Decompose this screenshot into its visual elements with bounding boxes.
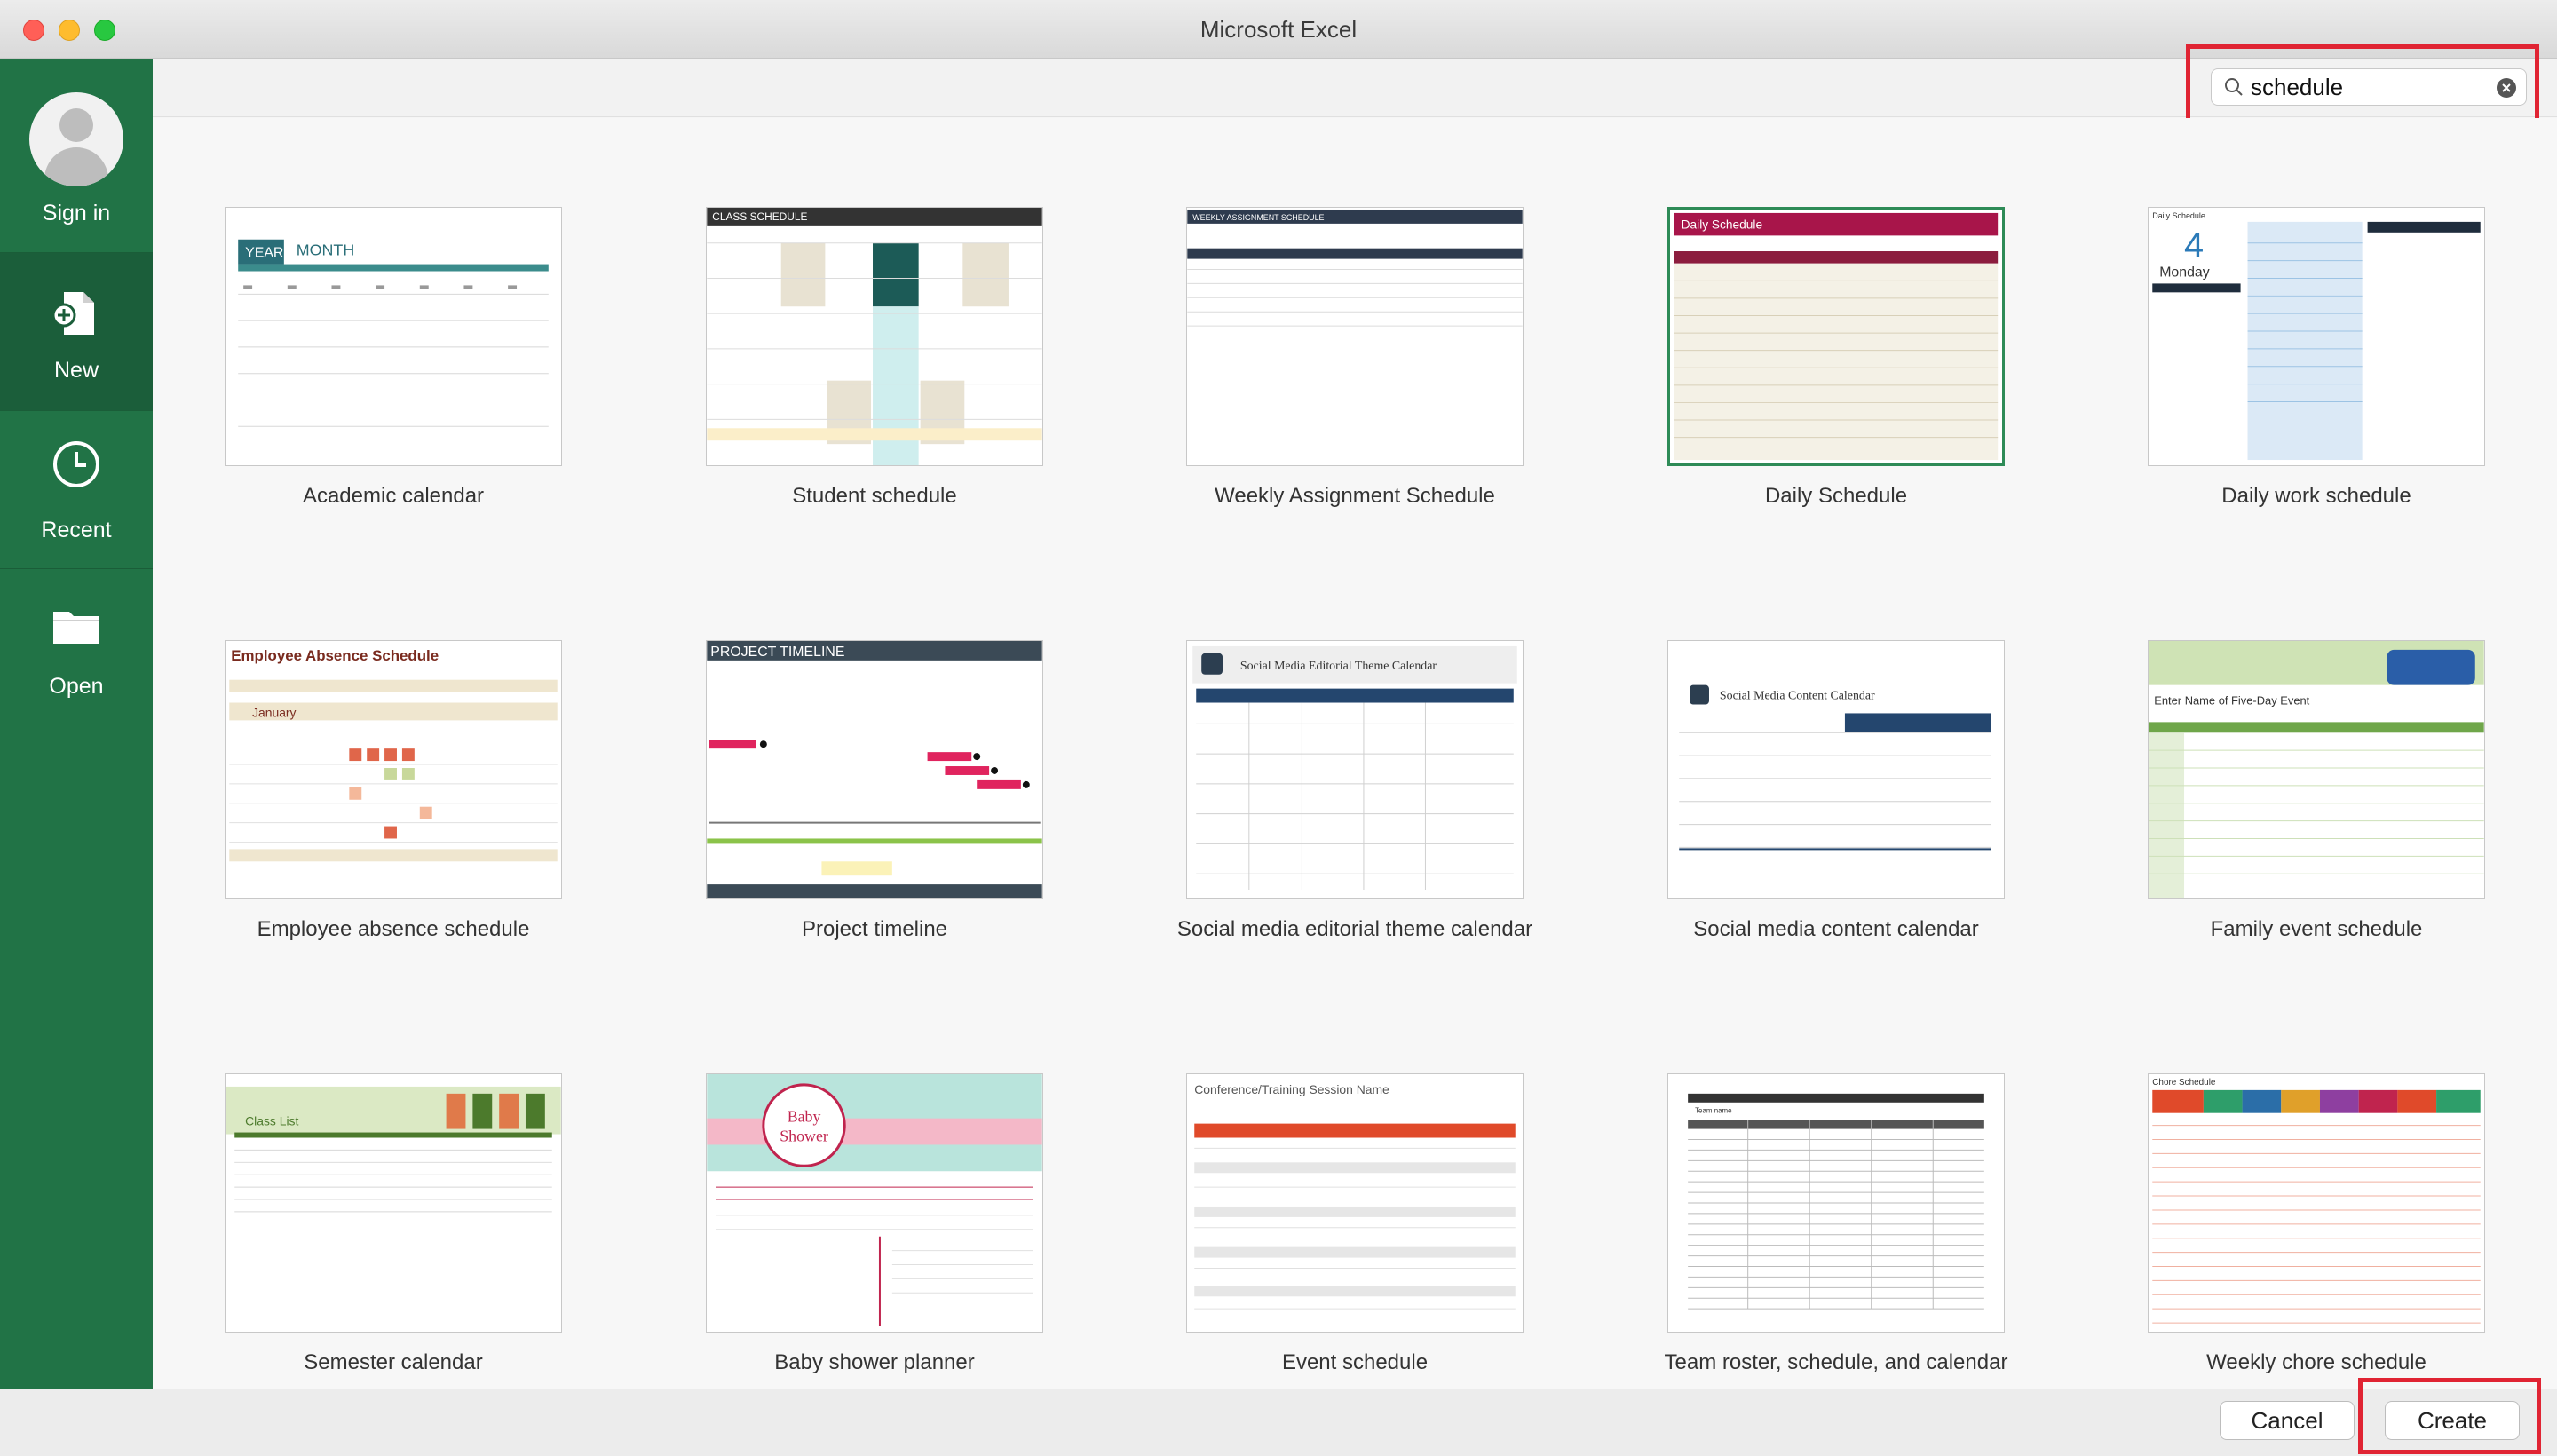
template-grid: YEAR MONTH Academic calendar CLASS SCHED… [153,118,2557,1389]
template-label: Project timeline [801,917,948,941]
svg-text:Social Media Editorial Theme C: Social Media Editorial Theme Calendar [1240,660,1437,673]
template-thumbnail-social-media-content[interactable]: Social Media Content Calendar [1667,640,2005,899]
event-schedule-preview: Conference/Training Session Name [1194,1082,1516,1310]
template-label: Baby shower planner [774,1350,975,1374]
title-bar: Microsoft Excel [0,0,2557,59]
svg-text:4: 4 [2184,226,2204,265]
sidebar-item-sign-in[interactable]: Sign in [0,59,153,254]
svg-text:CLASS SCHEDULE: CLASS SCHEDULE [712,210,807,223]
template-thumbnail-employee-absence[interactable]: Employee Absence Schedule January [225,640,562,899]
academic-calendar-preview: YEAR MONTH [238,239,549,427]
daily-work-schedule-preview: Daily Schedule 4 Monday [2152,211,2481,461]
svg-text:Daily Schedule: Daily Schedule [2152,211,2205,220]
cancel-button[interactable]: Cancel [2220,1401,2355,1440]
template-thumbnail-weekly-assignment[interactable]: WEEKLY ASSIGNMENT SCHEDULE [1186,207,1524,466]
family-event-preview: Enter Name of Five-Day Event [2149,641,2484,898]
semester-calendar-preview: Class List [226,1086,561,1213]
sidebar-item-recent[interactable]: Recent [0,410,153,568]
template-label: Team roster, schedule, and calendar [1664,1350,2008,1374]
team-roster-preview: Team name [1688,1093,1984,1310]
svg-text:Class List: Class List [245,1114,298,1128]
template-thumbnail-baby-shower[interactable]: Baby Shower [706,1073,1043,1333]
template-thumbnail-semester-calendar[interactable]: Class List [225,1073,562,1333]
svg-text:YEAR: YEAR [245,246,283,261]
template-label: Student schedule [792,484,957,508]
template-label: Social media content calendar [1693,917,1979,941]
svg-text:Chore Schedule: Chore Schedule [2152,1078,2216,1088]
svg-text:Social Media Content Calendar: Social Media Content Calendar [1720,690,1875,703]
employee-absence-preview: Employee Absence Schedule January [229,647,558,862]
svg-text:Monday: Monday [2159,265,2210,280]
social-content-preview: Social Media Content Calendar [1679,684,1991,851]
weekly-assignment-preview: WEEKLY ASSIGNMENT SCHEDULE [1187,209,1523,327]
template-label: Weekly chore schedule [2206,1350,2426,1374]
template-thumbnail-family-event[interactable]: Enter Name of Five-Day Event [2148,640,2485,899]
template-label: Daily work schedule [2221,484,2411,508]
template-thumbnail-event-schedule[interactable]: Conference/Training Session Name [1186,1073,1524,1333]
svg-text:MONTH: MONTH [297,241,354,259]
window-title: Microsoft Excel [1199,16,1358,43]
create-highlight-annotation [2358,1378,2541,1454]
sidebar-item-label: New [53,358,99,383]
template-label: Family event schedule [2210,917,2423,941]
clock-icon [53,441,99,487]
svg-text:January: January [252,705,296,719]
sidebar-item-open[interactable]: Open [0,568,153,726]
template-thumbnail-social-media-editorial[interactable]: Social Media Editorial Theme Calendar [1186,640,1524,899]
template-label: Event schedule [1281,1350,1429,1374]
template-thumbnail-project-timeline[interactable]: PROJECT TIMELINE [706,640,1043,899]
daily-schedule-preview: Daily Schedule [1674,212,1999,461]
template-thumbnail-weekly-chore[interactable]: Chore Schedule [2148,1073,2485,1333]
template-thumbnail-daily-work-schedule[interactable]: Daily Schedule 4 Monday [2148,207,2485,466]
svg-text:Shower: Shower [780,1127,828,1144]
template-label: Weekly Assignment Schedule [1215,484,1495,508]
template-label: Daily Schedule [1764,484,1908,508]
svg-text:Enter Name of Five-Day Event: Enter Name of Five-Day Event [2154,694,2309,708]
template-thumbnail-academic-calendar[interactable]: YEAR MONTH [225,207,562,466]
sidebar-item-label: Open [49,674,104,699]
avatar [29,92,123,186]
student-schedule-preview: CLASS SCHEDULE [707,208,1042,465]
excel-window: Microsoft Excel Sign in New Recent Open … [0,0,2557,1456]
new-file-icon [51,292,94,335]
template-thumbnail-student-schedule[interactable]: CLASS SCHEDULE [706,207,1043,466]
svg-text:WEEKLY ASSIGNMENT SCHEDULE: WEEKLY ASSIGNMENT SCHEDULE [1192,213,1324,222]
sidebar-item-new[interactable]: New [0,252,153,410]
svg-text:Baby: Baby [788,1108,821,1126]
template-label: Social media editorial theme calendar [1176,917,1533,941]
project-timeline-preview: PROJECT TIMELINE [707,641,1042,898]
svg-text:PROJECT TIMELINE: PROJECT TIMELINE [710,645,844,660]
search-highlight-annotation [2186,44,2539,124]
svg-text:Team name: Team name [1695,1107,1732,1115]
social-editorial-preview: Social Media Editorial Theme Calendar [1192,645,1517,890]
template-thumbnail-team-roster[interactable]: Team name [1667,1073,2005,1333]
svg-text:Conference/Training Session Na: Conference/Training Session Name [1194,1082,1389,1096]
template-label: Academic calendar [302,484,485,508]
svg-text:Daily Schedule: Daily Schedule [1682,218,1763,232]
template-thumbnail-daily-schedule[interactable]: Daily Schedule [1667,207,2005,466]
weekly-chore-preview: Chore Schedule [2152,1078,2481,1324]
sidebar-item-label: Sign in [42,201,111,226]
folder-icon [53,612,99,644]
baby-shower-preview: Baby Shower [707,1074,1042,1327]
dialog-footer [0,1389,2557,1456]
sidebar: Sign in New Recent Open [0,59,153,1389]
sidebar-item-label: Recent [41,518,112,542]
svg-text:Employee Absence Schedule: Employee Absence Schedule [231,647,439,664]
template-label: Employee absence schedule [257,917,530,941]
template-label: Semester calendar [304,1350,483,1374]
